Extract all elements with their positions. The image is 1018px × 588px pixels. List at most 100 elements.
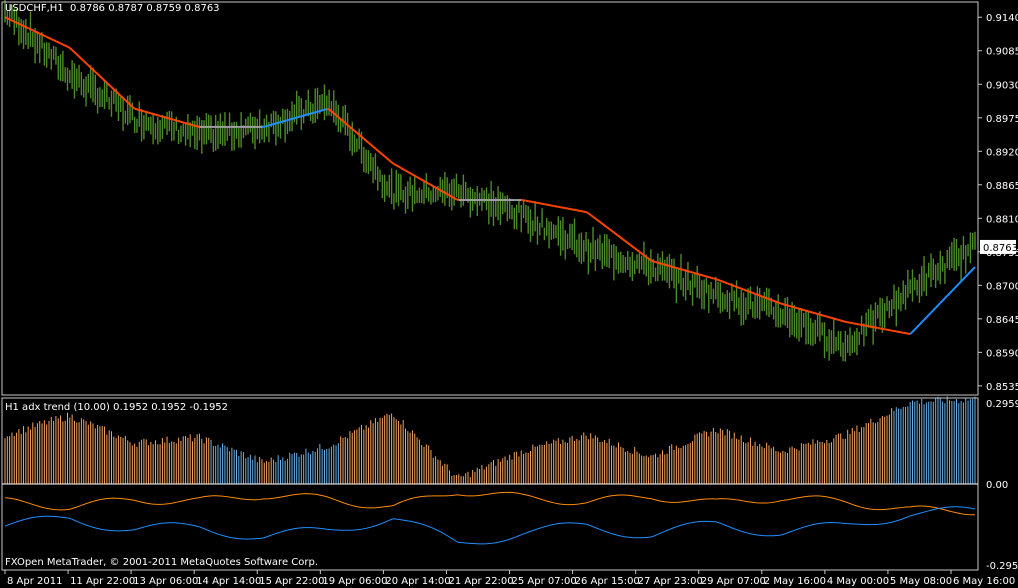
trend-segment: [381, 153, 386, 158]
trend-segment: [587, 212, 592, 216]
trend-segment: [745, 289, 749, 293]
trend-segment: [624, 240, 629, 244]
trend-segment: [708, 276, 712, 279]
trend-segment: [442, 190, 446, 194]
trend-segment: [301, 114, 304, 118]
price-tick-label: 0.8700: [986, 281, 1018, 292]
trend-segment: [743, 288, 747, 292]
trend-segment: [780, 302, 784, 306]
trend-segment: [388, 159, 393, 164]
trend-segment: [379, 151, 383, 156]
ohlc-values: 0.8786 0.8787 0.8759 0.8763: [70, 3, 220, 14]
trend-segment: [148, 111, 152, 115]
trend-segment: [925, 314, 930, 319]
trend-segment: [411, 173, 416, 177]
price-bars: [4, 0, 976, 362]
price-tick-label: 0.8535: [986, 382, 1018, 393]
trend-segment: [83, 60, 87, 64]
time-axis: 8 Apr 2011 11 Apr 22:0013 Apr 06:0014 Apr…: [4, 570, 1015, 587]
trend-segment: [650, 259, 654, 263]
trend-segment: [641, 252, 645, 256]
trend-segment: [78, 55, 83, 60]
trend-segment: [750, 291, 754, 294]
trend-segment: [655, 261, 659, 264]
trend-segment: [307, 112, 311, 116]
trend-segment: [374, 147, 379, 152]
time-tick-label: 19 Apr 06:00: [322, 576, 387, 587]
trend-segment: [365, 139, 370, 144]
trend-segment: [717, 278, 721, 282]
trend-segment: [275, 121, 279, 125]
trend-segment: [731, 284, 735, 287]
trend-segment: [699, 273, 703, 277]
trend-segment: [715, 278, 719, 281]
trend-segment: [967, 271, 972, 275]
trend-segment: [391, 161, 395, 165]
trend-segment: [662, 263, 666, 266]
price-header: USDCHF,H1 0.8786 0.8787 0.8759 0.8763: [5, 3, 220, 14]
trend-segment: [428, 182, 432, 186]
current-price-label: 0.8763: [983, 243, 1018, 254]
trend-segment: [296, 115, 300, 119]
trend-segment: [446, 193, 450, 197]
trend-segment: [386, 157, 390, 162]
trend-segment: [4, 16, 8, 20]
trend-segment: [754, 292, 758, 296]
trend-segment: [448, 194, 453, 198]
trend-segment: [676, 266, 679, 270]
trend-segment: [99, 75, 103, 80]
trend-segment: [310, 112, 314, 115]
trend-segment: [273, 122, 277, 126]
trend-segment: [777, 301, 781, 305]
trend-segment: [805, 309, 809, 313]
trend-segment: [759, 294, 763, 298]
trend-segment: [32, 29, 36, 33]
chart-canvas: 0.9140 0.9085 0.9030 0.8975 0.8920 0.8865 0.88…: [1, 0, 1018, 587]
trend-segment: [150, 112, 154, 115]
trend-segment: [437, 187, 441, 192]
trend-segment: [962, 275, 967, 280]
trend-segment: [669, 265, 673, 268]
trend-segment: [740, 287, 744, 291]
trend-segment: [757, 293, 761, 297]
trend-segment: [9, 18, 13, 22]
trend-segment: [395, 164, 400, 168]
trend-segment: [370, 143, 374, 148]
trend-segment: [713, 277, 716, 281]
trend-segment: [85, 62, 90, 67]
trend-segment: [353, 130, 358, 134]
trend-segment: [377, 149, 381, 154]
trend-segment: [657, 261, 661, 265]
trend-segment: [911, 328, 916, 333]
trend-segment: [643, 254, 647, 258]
trend-segment: [814, 312, 818, 315]
trend-segment: [418, 177, 423, 181]
trend-segment: [393, 163, 397, 167]
trend-segment: [289, 117, 293, 121]
price-tick-label: 0.8975: [986, 114, 1018, 125]
trend-segment: [416, 176, 420, 180]
price-tick-label: 0.9085: [986, 47, 1018, 58]
trend-segment: [784, 303, 788, 307]
trend-segment: [62, 43, 66, 47]
trend-segment: [34, 30, 38, 34]
trend-segment: [23, 25, 27, 28]
trend-segment: [324, 108, 328, 111]
trend-segment: [927, 311, 932, 316]
trend-segment: [808, 310, 811, 313]
trend-segment: [761, 295, 765, 299]
trend-segment: [810, 311, 814, 314]
trend-segment: [384, 155, 388, 160]
trend-segment: [798, 307, 802, 311]
trend-segment: [25, 26, 29, 30]
trend-segment: [747, 290, 751, 294]
trend-segment: [50, 38, 55, 42]
trend-segment: [629, 243, 633, 248]
trend-segment: [407, 170, 411, 175]
trend-segment: [136, 108, 140, 111]
time-tick-label: 15 Apr 22:00: [259, 576, 324, 587]
price-tick-label: 0.8810: [986, 214, 1018, 225]
trend-segment: [645, 256, 650, 260]
adx-lines: [4, 491, 976, 545]
trend-segment: [169, 117, 172, 121]
